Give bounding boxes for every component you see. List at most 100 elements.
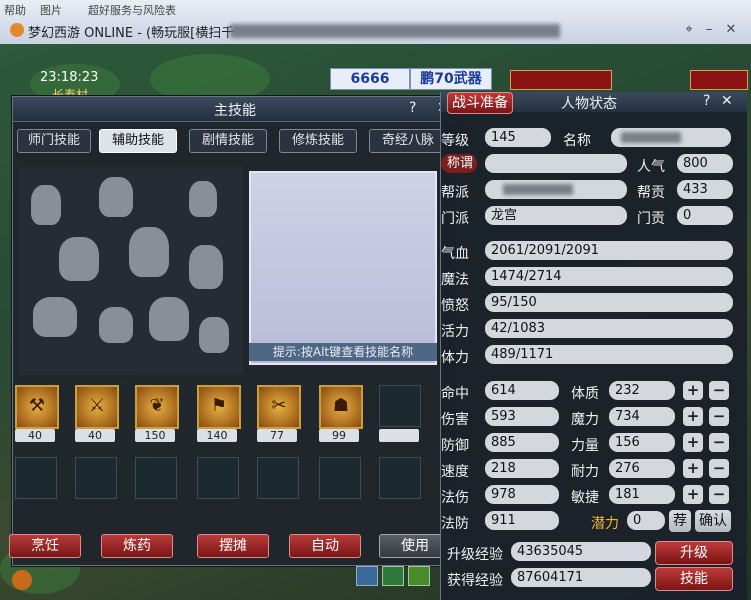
speed-label: 速度: [441, 464, 469, 480]
endurance-minus-button[interactable]: −: [709, 459, 729, 478]
tab-cultivation-skills[interactable]: 修炼技能: [279, 129, 357, 153]
sect-contrib-value: 0: [677, 206, 733, 225]
mp-value: 1474/2714: [485, 267, 733, 286]
figure: [59, 237, 99, 281]
menu-pictures[interactable]: 图片: [40, 2, 62, 18]
recommend-button[interactable]: 荐: [669, 510, 691, 532]
popularity-value: 800: [677, 154, 733, 173]
skill-slot-strengthen[interactable]: ⚑: [197, 385, 241, 429]
skill-slot-crafting[interactable]: ✂: [257, 385, 301, 429]
building-icon: ☗: [332, 395, 350, 416]
title-value: [485, 154, 627, 173]
score-display: 6666: [330, 68, 410, 90]
skill-slot-empty[interactable]: [197, 457, 239, 499]
vitality-label: 活力: [441, 324, 469, 340]
skill-slot-empty[interactable]: [135, 457, 177, 499]
magic-minus-button[interactable]: −: [709, 407, 729, 426]
auto-button[interactable]: 自动: [289, 534, 361, 558]
skill-slot-cooking[interactable]: ⚒: [15, 385, 59, 429]
figure: [189, 181, 217, 217]
skills-button[interactable]: 技能: [655, 567, 733, 591]
gained-exp-value: 87604171: [511, 568, 651, 587]
sect-value: 龙宫: [485, 206, 627, 225]
skill-slot-building[interactable]: ☗: [319, 385, 363, 429]
confirm-button[interactable]: 确认: [695, 510, 731, 532]
strength-label: 力量: [571, 438, 599, 454]
cooking-button[interactable]: 烹饪: [9, 534, 81, 558]
sect-contrib-label: 门贡: [637, 211, 665, 227]
skill-slot-empty[interactable]: [379, 385, 421, 427]
skill-slot-empty[interactable]: [379, 457, 421, 499]
constitution-minus-button[interactable]: −: [709, 381, 729, 400]
level-label: 等级: [441, 133, 469, 149]
status-help-button[interactable]: ?: [703, 93, 710, 109]
menu-service[interactable]: 超好服务与风险表: [88, 2, 176, 18]
skill-preview-box: [249, 171, 437, 365]
agility-minus-button[interactable]: −: [709, 485, 729, 504]
skill-level: 40: [15, 429, 55, 442]
title-label[interactable]: 称谓: [441, 154, 477, 173]
close-window-button[interactable]: ✕: [722, 22, 740, 38]
tab-sect-skills[interactable]: 师门技能: [17, 129, 91, 153]
skill-slot-empty[interactable]: [15, 457, 57, 499]
battle-prep-button[interactable]: 战斗准备: [447, 92, 513, 114]
damage-label: 伤害: [441, 412, 469, 428]
skill-panel-title: 主技能: [214, 103, 256, 119]
strengthen-icon: ⚑: [210, 395, 228, 416]
constitution-plus-button[interactable]: +: [683, 381, 703, 400]
minimize-button[interactable]: –: [700, 22, 718, 38]
alchemy-button[interactable]: 炼药: [101, 534, 173, 558]
title-redacted: [230, 24, 560, 38]
damage-value: 593: [485, 407, 559, 426]
endurance-plus-button[interactable]: +: [683, 459, 703, 478]
endurance-label: 耐力: [571, 464, 599, 480]
settings-icon[interactable]: [382, 566, 404, 586]
potential-value: 0: [627, 511, 665, 530]
upgrade-button[interactable]: 升级: [655, 541, 733, 565]
skill-slot-smithing[interactable]: ⚔: [75, 385, 119, 429]
tab-story-skills[interactable]: 剧情技能: [189, 129, 267, 153]
anger-label: 愤怒: [441, 298, 469, 314]
strength-value: 156: [609, 433, 675, 452]
skill-slot-empty[interactable]: [319, 457, 361, 499]
help-button[interactable]: ?: [409, 100, 416, 116]
skill-panel-header[interactable]: 主技能 ? ✕: [13, 97, 457, 122]
constitution-value: 232: [609, 381, 675, 400]
stall-button[interactable]: 摆摊: [197, 534, 269, 558]
magic-damage-label: 法伤: [441, 490, 469, 506]
magic-defense-label: 法防: [441, 516, 469, 532]
skill-level: 140: [197, 429, 237, 442]
accuracy-value: 614: [485, 381, 559, 400]
strength-minus-button[interactable]: −: [709, 433, 729, 452]
defense-label: 防御: [441, 438, 469, 454]
battle-icon[interactable]: [356, 566, 378, 586]
figure: [33, 297, 77, 337]
magic-defense-value: 911: [485, 511, 559, 530]
tab-support-skills[interactable]: 辅助技能: [99, 129, 177, 153]
figure: [199, 317, 229, 353]
magic-value: 734: [609, 407, 675, 426]
strength-plus-button[interactable]: +: [683, 433, 703, 452]
gang-contrib-value: 433: [677, 180, 733, 199]
skill-slot-empty[interactable]: [257, 457, 299, 499]
skill-slot-empty[interactable]: [75, 457, 117, 499]
skill-slot-herb[interactable]: ❦: [135, 385, 179, 429]
hud-bar: [510, 70, 612, 90]
character-status-panel: 战斗准备 人物状态 ? ✕ 等级 145 名称 称谓 人气 800 帮派 帮贡 …: [440, 92, 747, 600]
speed-value: 218: [485, 459, 559, 478]
skill-level: 40: [75, 429, 115, 442]
status-close-button[interactable]: ✕: [721, 93, 733, 109]
menu-icon[interactable]: [408, 566, 430, 586]
magic-plus-button[interactable]: +: [683, 407, 703, 426]
agility-plus-button[interactable]: +: [683, 485, 703, 504]
figure: [189, 245, 223, 289]
name-value: [611, 128, 731, 147]
magic-label: 魔力: [571, 412, 599, 428]
potential-label: 潜力: [591, 516, 619, 532]
announcement-banner[interactable]: 鹏70武器: [410, 68, 492, 90]
herb-icon: ❦: [149, 395, 165, 416]
pin-icon[interactable]: ⌖: [680, 22, 698, 38]
menu-help[interactable]: 帮助: [4, 2, 26, 18]
chat-icon[interactable]: [12, 570, 32, 590]
tab-meridians[interactable]: 奇经八脉: [369, 129, 447, 153]
